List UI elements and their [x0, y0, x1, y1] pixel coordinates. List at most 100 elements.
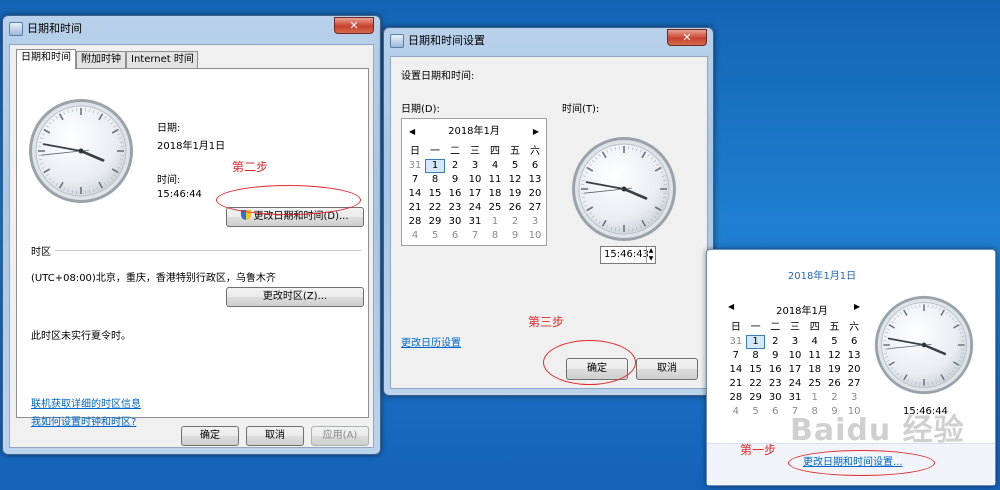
- calendar-day[interactable]: 13: [525, 173, 545, 187]
- calendar-day[interactable]: 4: [805, 335, 825, 349]
- calendar-day[interactable]: 14: [405, 187, 425, 201]
- calendar-day[interactable]: 12: [825, 349, 845, 363]
- spin-down-icon[interactable]: ▼: [646, 255, 655, 263]
- prev-month-icon[interactable]: ◀: [728, 302, 734, 311]
- calendar-day[interactable]: 1: [745, 335, 766, 349]
- calendar-day[interactable]: 7: [465, 229, 485, 243]
- calendar-day[interactable]: 14: [726, 363, 746, 377]
- calendar-day[interactable]: 16: [445, 187, 465, 201]
- calendar-day[interactable]: 5: [825, 335, 845, 349]
- calendar-day[interactable]: 3: [465, 159, 485, 173]
- ok-button[interactable]: 确定: [181, 426, 239, 446]
- month-calendar[interactable]: ◀ 2018年1月 ▶ 日一二三四五六 31 1 2 3 4 5 6 7 8 9 10 11 12 13 14…: [401, 118, 547, 246]
- calendar-day[interactable]: 9: [765, 349, 785, 363]
- calendar-day[interactable]: 15: [746, 363, 766, 377]
- timezone-info-link[interactable]: 联机获取详细的时区信息: [31, 395, 141, 410]
- calendar-day[interactable]: 15: [425, 187, 445, 201]
- calendar-day[interactable]: 7: [726, 349, 746, 363]
- spin-up-icon[interactable]: ▲: [646, 247, 655, 255]
- calendar-day[interactable]: 16: [765, 363, 785, 377]
- calendar-day[interactable]: 2: [825, 391, 845, 405]
- calendar-day[interactable]: 11: [485, 173, 505, 187]
- close-button[interactable]: ✕: [334, 17, 374, 34]
- calendar-day[interactable]: 1: [805, 391, 825, 405]
- calendar-day[interactable]: 19: [825, 363, 845, 377]
- cancel-button[interactable]: 取消: [636, 358, 698, 380]
- calendar-day[interactable]: 8: [485, 229, 505, 243]
- calendar-day[interactable]: 29: [425, 215, 445, 229]
- calendar-day[interactable]: 18: [805, 363, 825, 377]
- calendar-day[interactable]: 5: [746, 405, 766, 419]
- calendar-day[interactable]: 2: [505, 215, 525, 229]
- calendar-day[interactable]: 24: [465, 201, 485, 215]
- calendar-day[interactable]: 7: [405, 173, 425, 187]
- cancel-button[interactable]: 取消: [246, 426, 304, 446]
- calendar-day[interactable]: 26: [505, 201, 525, 215]
- calendar-day[interactable]: 13: [844, 349, 864, 363]
- datetime-window-titlebar[interactable]: 日期和时间: [3, 16, 380, 42]
- calendar-day[interactable]: 10: [785, 349, 805, 363]
- calendar-day[interactable]: 23: [445, 201, 465, 215]
- tab-internet-time[interactable]: Internet 时间: [126, 51, 198, 69]
- calendar-day[interactable]: 30: [445, 215, 465, 229]
- calendar-day[interactable]: 2: [445, 159, 465, 173]
- calendar-day[interactable]: 30: [765, 391, 785, 405]
- calendar-day[interactable]: 31: [465, 215, 485, 229]
- calendar-day[interactable]: 27: [525, 201, 545, 215]
- time-spinner[interactable]: 15:46:43 ▲ ▼: [600, 246, 656, 264]
- flyout-date-title[interactable]: 2018年1月1日: [707, 267, 937, 282]
- calendar-day[interactable]: 9: [505, 229, 525, 243]
- close-button[interactable]: ✕: [667, 29, 707, 46]
- calendar-day[interactable]: 6: [844, 335, 864, 349]
- calendar-day[interactable]: 5: [505, 159, 525, 173]
- calendar-day[interactable]: 21: [405, 201, 425, 215]
- calendar-day[interactable]: 28: [726, 391, 746, 405]
- calendar-day[interactable]: 3: [844, 391, 864, 405]
- calendar-day[interactable]: 25: [485, 201, 505, 215]
- calendar-day[interactable]: 22: [746, 377, 766, 391]
- calendar-day[interactable]: 31: [405, 159, 425, 173]
- calendar-day[interactable]: 19: [505, 187, 525, 201]
- tab-date-time[interactable]: 日期和时间: [16, 49, 76, 69]
- calendar-day[interactable]: 1: [425, 159, 445, 173]
- calendar-day[interactable]: 3: [525, 215, 545, 229]
- calendar-day[interactable]: 25: [805, 377, 825, 391]
- calendar-day[interactable]: 4: [485, 159, 505, 173]
- calendar-day[interactable]: 3: [785, 335, 805, 349]
- calendar-day[interactable]: 17: [785, 363, 805, 377]
- calendar-day[interactable]: 11: [805, 349, 825, 363]
- calendar-day[interactable]: 9: [445, 173, 465, 187]
- calendar-day[interactable]: 6: [445, 229, 465, 243]
- tab-additional-clocks[interactable]: 附加时钟: [76, 51, 126, 69]
- flyout-month-title[interactable]: 2018年1月: [747, 302, 857, 317]
- calendar-day[interactable]: 6: [765, 405, 785, 419]
- datetime-settings-titlebar[interactable]: 日期和时间设置: [384, 28, 713, 54]
- next-month-icon[interactable]: ▶: [854, 302, 860, 311]
- calendar-day[interactable]: 10: [525, 229, 545, 243]
- calendar-day[interactable]: 23: [765, 377, 785, 391]
- calendar-day[interactable]: 17: [465, 187, 485, 201]
- calendar-day[interactable]: 31: [785, 391, 805, 405]
- calendar-day[interactable]: 4: [726, 405, 746, 419]
- calendar-day[interactable]: 28: [405, 215, 425, 229]
- calendar-day[interactable]: 12: [505, 173, 525, 187]
- calendar-day[interactable]: 10: [465, 173, 485, 187]
- howto-link[interactable]: 我如何设置时钟和时区?: [31, 413, 136, 428]
- calendar-day[interactable]: 31: [726, 335, 746, 349]
- calendar-day[interactable]: 8: [425, 173, 445, 187]
- calendar-day[interactable]: 21: [726, 377, 746, 391]
- next-month-icon[interactable]: ▶: [533, 125, 539, 139]
- calendar-day[interactable]: 1: [485, 215, 505, 229]
- calendar-day[interactable]: 18: [485, 187, 505, 201]
- time-input-value[interactable]: 15:46:43: [604, 249, 649, 260]
- calendar-day[interactable]: 26: [825, 377, 845, 391]
- calendar-settings-link[interactable]: 更改日历设置: [401, 334, 461, 349]
- calendar-month-title[interactable]: 2018年1月: [402, 125, 546, 139]
- change-timezone-button[interactable]: 更改时区(Z)...: [226, 287, 364, 307]
- calendar-day[interactable]: 6: [525, 159, 545, 173]
- apply-button[interactable]: 应用(A): [311, 426, 369, 446]
- calendar-day[interactable]: 29: [746, 391, 766, 405]
- calendar-day[interactable]: 20: [525, 187, 545, 201]
- calendar-day[interactable]: 5: [425, 229, 445, 243]
- calendar-day[interactable]: 4: [405, 229, 425, 243]
